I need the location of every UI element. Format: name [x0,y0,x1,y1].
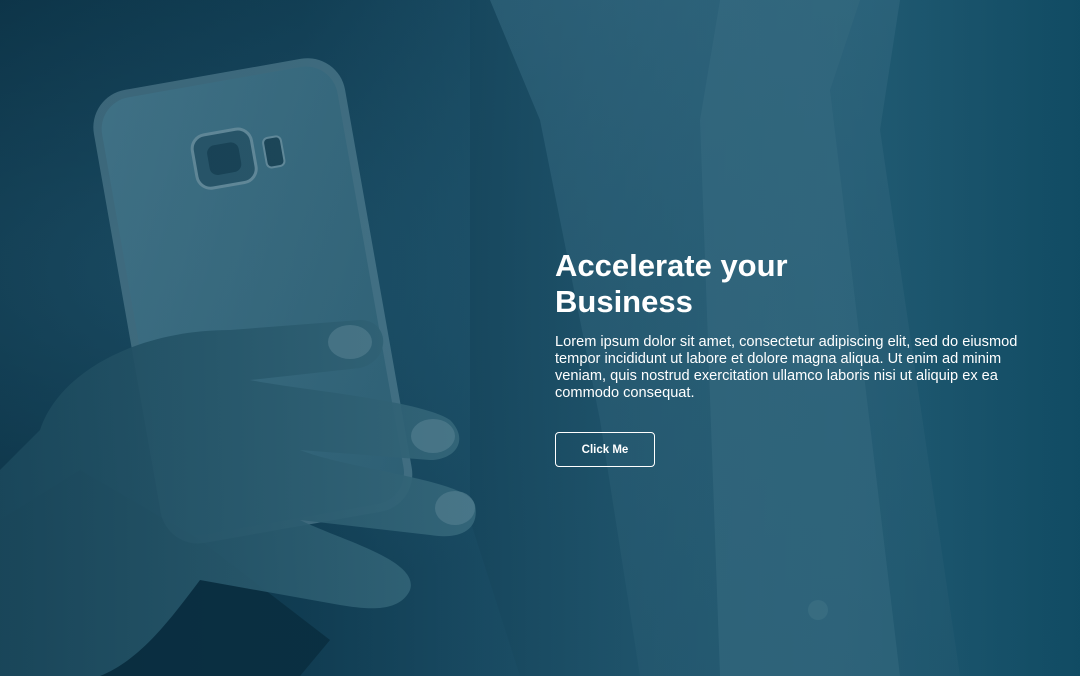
hero-headline-line-1: Accelerate your [555,248,788,283]
hero-description: Lorem ipsum dolor sit amet, consectetur … [555,334,1018,401]
hero-headline: Accelerate your Business [555,248,1045,320]
hero-content: Accelerate your Business Lorem ipsum dol… [555,248,1045,467]
hero-headline-line-2: Business [555,284,693,319]
hero-section: Accelerate your Business Lorem ipsum dol… [0,0,1080,676]
click-me-button[interactable]: Click Me [555,432,655,467]
